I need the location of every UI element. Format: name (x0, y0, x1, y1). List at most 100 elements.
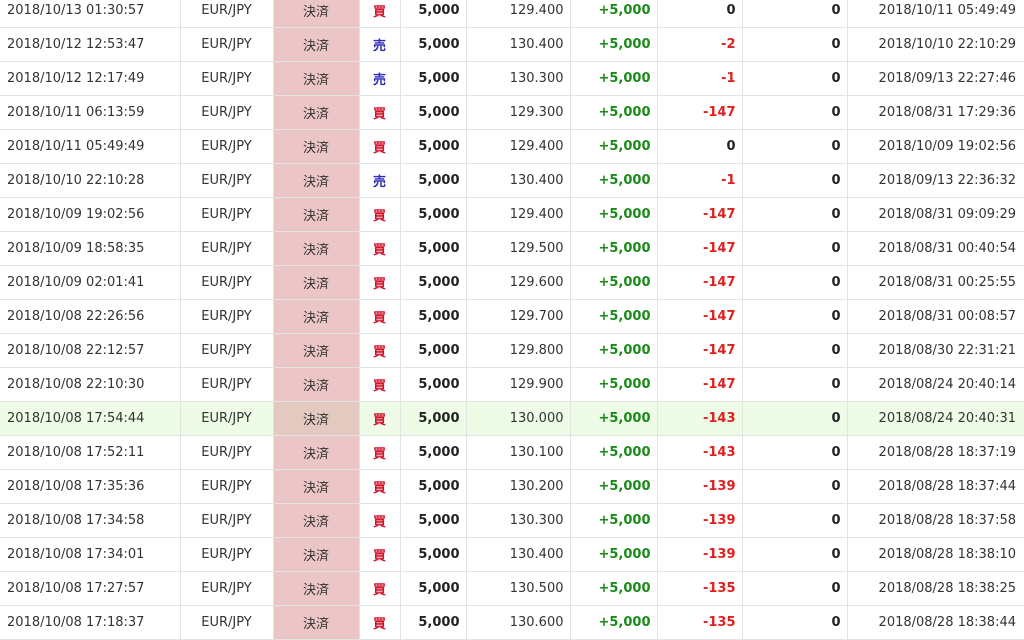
rate-cell: 130.400 (466, 163, 571, 198)
table-row[interactable]: 2018/10/08 17:18:37 EUR/JPY 決済 買 5,000 1… (0, 605, 1024, 640)
quantity-cell: 5,000 (400, 0, 467, 28)
table-row[interactable]: 2018/10/11 06:13:59 EUR/JPY 決済 買 5,000 1… (0, 95, 1024, 130)
rate-cell: 129.500 (466, 231, 571, 266)
buy-sell-cell: 買 (359, 367, 401, 402)
profit-loss-cell: +5,000 (570, 503, 658, 538)
fee-cell: 0 (742, 265, 848, 300)
rate-cell: 129.800 (466, 333, 571, 368)
close-time-cell: 2018/10/08 22:26:56 (0, 299, 181, 334)
trade-history-grid: 2018/10/13 01:30:57 EUR/JPY 決済 買 5,000 1… (0, 0, 1024, 640)
fee-cell: 0 (742, 95, 848, 130)
buy-sell-cell: 売 (359, 163, 401, 198)
quantity-cell: 5,000 (400, 231, 467, 266)
open-time-cell: 2018/08/28 18:37:44 (847, 469, 1024, 504)
trade-type-cell: 決済 (273, 571, 360, 606)
open-time-cell: 2018/08/31 00:25:55 (847, 265, 1024, 300)
swap-cell: -139 (657, 537, 743, 572)
rate-cell: 129.400 (466, 129, 571, 164)
close-time-cell: 2018/10/08 17:34:01 (0, 537, 181, 572)
quantity-cell: 5,000 (400, 367, 467, 402)
close-time-cell: 2018/10/08 17:27:57 (0, 571, 181, 606)
profit-loss-cell: +5,000 (570, 0, 658, 28)
swap-cell: -143 (657, 435, 743, 470)
currency-pair-cell: EUR/JPY (180, 231, 274, 266)
table-row[interactable]: 2018/10/12 12:53:47 EUR/JPY 決済 売 5,000 1… (0, 27, 1024, 62)
table-row[interactable]: 2018/10/08 22:12:57 EUR/JPY 決済 買 5,000 1… (0, 333, 1024, 368)
swap-cell: -147 (657, 231, 743, 266)
profit-loss-cell: +5,000 (570, 571, 658, 606)
quantity-cell: 5,000 (400, 605, 467, 640)
fee-cell: 0 (742, 469, 848, 504)
table-row[interactable]: 2018/10/09 19:02:56 EUR/JPY 決済 買 5,000 1… (0, 197, 1024, 232)
swap-cell: -1 (657, 61, 743, 96)
quantity-cell: 5,000 (400, 197, 467, 232)
rate-cell: 130.400 (466, 537, 571, 572)
close-time-cell: 2018/10/08 17:35:36 (0, 469, 181, 504)
open-time-cell: 2018/08/31 00:40:54 (847, 231, 1024, 266)
buy-sell-cell: 買 (359, 333, 401, 368)
quantity-cell: 5,000 (400, 299, 467, 334)
rate-cell: 130.300 (466, 61, 571, 96)
fee-cell: 0 (742, 0, 848, 28)
open-time-cell: 2018/08/28 18:37:19 (847, 435, 1024, 470)
table-row[interactable]: 2018/10/11 05:49:49 EUR/JPY 決済 買 5,000 1… (0, 129, 1024, 164)
table-row[interactable]: 2018/10/08 17:54:44 EUR/JPY 決済 買 5,000 1… (0, 401, 1024, 436)
currency-pair-cell: EUR/JPY (180, 0, 274, 28)
open-time-cell: 2018/08/31 00:08:57 (847, 299, 1024, 334)
profit-loss-cell: +5,000 (570, 299, 658, 334)
trade-type-cell: 決済 (273, 367, 360, 402)
close-time-cell: 2018/10/08 17:52:11 (0, 435, 181, 470)
swap-cell: -135 (657, 571, 743, 606)
quantity-cell: 5,000 (400, 163, 467, 198)
profit-loss-cell: +5,000 (570, 95, 658, 130)
currency-pair-cell: EUR/JPY (180, 571, 274, 606)
close-time-cell: 2018/10/09 18:58:35 (0, 231, 181, 266)
table-row[interactable]: 2018/10/08 22:10:30 EUR/JPY 決済 買 5,000 1… (0, 367, 1024, 402)
buy-sell-cell: 買 (359, 537, 401, 572)
table-row[interactable]: 2018/10/08 17:35:36 EUR/JPY 決済 買 5,000 1… (0, 469, 1024, 504)
profit-loss-cell: +5,000 (570, 163, 658, 198)
rate-cell: 129.900 (466, 367, 571, 402)
trade-type-cell: 決済 (273, 435, 360, 470)
currency-pair-cell: EUR/JPY (180, 537, 274, 572)
close-time-cell: 2018/10/09 19:02:56 (0, 197, 181, 232)
currency-pair-cell: EUR/JPY (180, 435, 274, 470)
swap-cell: -139 (657, 503, 743, 538)
close-time-cell: 2018/10/10 22:10:28 (0, 163, 181, 198)
currency-pair-cell: EUR/JPY (180, 401, 274, 436)
quantity-cell: 5,000 (400, 401, 467, 436)
close-time-cell: 2018/10/11 05:49:49 (0, 129, 181, 164)
table-row[interactable]: 2018/10/08 17:27:57 EUR/JPY 決済 買 5,000 1… (0, 571, 1024, 606)
currency-pair-cell: EUR/JPY (180, 61, 274, 96)
fee-cell: 0 (742, 571, 848, 606)
close-time-cell: 2018/10/08 17:54:44 (0, 401, 181, 436)
rate-cell: 130.200 (466, 469, 571, 504)
table-row[interactable]: 2018/10/13 01:30:57 EUR/JPY 決済 買 5,000 1… (0, 0, 1024, 28)
table-row[interactable]: 2018/10/08 22:26:56 EUR/JPY 決済 買 5,000 1… (0, 299, 1024, 334)
close-time-cell: 2018/10/13 01:30:57 (0, 0, 181, 28)
open-time-cell: 2018/08/28 18:38:44 (847, 605, 1024, 640)
trade-type-cell: 決済 (273, 27, 360, 62)
swap-cell: -147 (657, 197, 743, 232)
table-row[interactable]: 2018/10/08 17:34:01 EUR/JPY 決済 買 5,000 1… (0, 537, 1024, 572)
quantity-cell: 5,000 (400, 265, 467, 300)
buy-sell-cell: 買 (359, 401, 401, 436)
trade-type-cell: 決済 (273, 231, 360, 266)
profit-loss-cell: +5,000 (570, 129, 658, 164)
table-row[interactable]: 2018/10/12 12:17:49 EUR/JPY 決済 売 5,000 1… (0, 61, 1024, 96)
profit-loss-cell: +5,000 (570, 605, 658, 640)
fee-cell: 0 (742, 333, 848, 368)
open-time-cell: 2018/08/24 20:40:14 (847, 367, 1024, 402)
table-row[interactable]: 2018/10/09 18:58:35 EUR/JPY 決済 買 5,000 1… (0, 231, 1024, 266)
buy-sell-cell: 買 (359, 503, 401, 538)
currency-pair-cell: EUR/JPY (180, 605, 274, 640)
fee-cell: 0 (742, 367, 848, 402)
table-row[interactable]: 2018/10/08 17:34:58 EUR/JPY 決済 買 5,000 1… (0, 503, 1024, 538)
rate-cell: 129.600 (466, 265, 571, 300)
table-row[interactable]: 2018/10/08 17:52:11 EUR/JPY 決済 買 5,000 1… (0, 435, 1024, 470)
table-row[interactable]: 2018/10/09 02:01:41 EUR/JPY 決済 買 5,000 1… (0, 265, 1024, 300)
table-row[interactable]: 2018/10/10 22:10:28 EUR/JPY 決済 売 5,000 1… (0, 163, 1024, 198)
fee-cell: 0 (742, 401, 848, 436)
swap-cell: -1 (657, 163, 743, 198)
trade-type-cell: 決済 (273, 537, 360, 572)
